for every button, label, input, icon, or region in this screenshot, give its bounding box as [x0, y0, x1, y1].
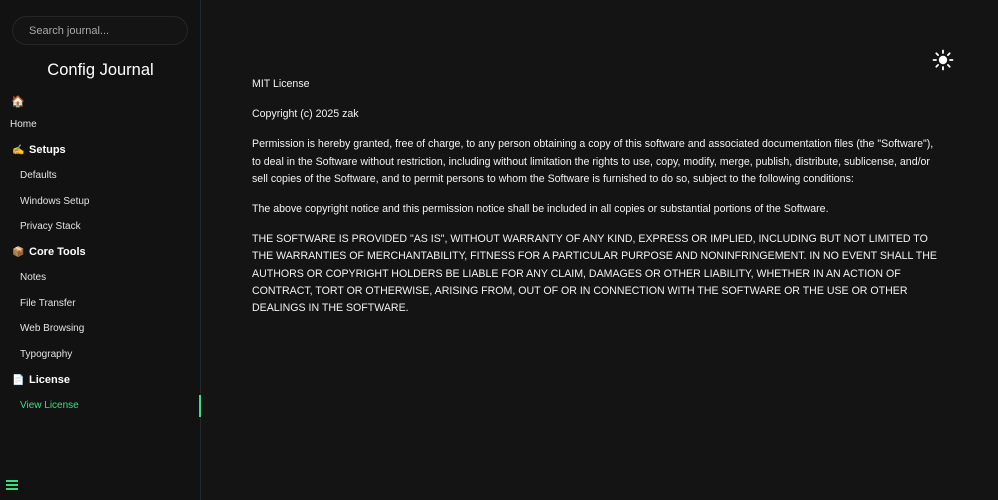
sidebar-item-web-browsing[interactable]: Web Browsing — [20, 323, 84, 334]
sidebar-item-view-license[interactable]: View License — [20, 400, 79, 411]
sun-icon — [932, 49, 954, 71]
license-title: MIT License — [252, 78, 310, 90]
permission-paragraph: Permission is hereby granted, free of ch… — [252, 138, 934, 185]
warranty-paragraph: THE SOFTWARE IS PROVIDED "AS IS", WITHOU… — [252, 233, 937, 315]
section-license: 📄 License — [12, 374, 70, 386]
sidebar-item-home[interactable]: Home — [10, 119, 37, 130]
sidebar-item-windows-setup[interactable]: Windows Setup — [20, 196, 89, 207]
copyright-line: Copyright (c) 2025 zak — [252, 108, 359, 121]
section-setups: ✍️ Setups — [12, 144, 66, 156]
theme-toggle-button[interactable] — [930, 47, 956, 73]
home-icon[interactable]: 🏠 — [11, 96, 25, 108]
sidebar-item-defaults[interactable]: Defaults — [20, 170, 57, 181]
search-box — [12, 16, 188, 45]
sidebar-item-privacy-stack[interactable]: Privacy Stack — [20, 221, 81, 232]
site-title[interactable]: Config Journal — [0, 61, 201, 80]
active-indicator — [199, 395, 201, 417]
section-label: License — [29, 374, 70, 386]
package-icon: 📦 — [12, 246, 25, 258]
section-label: Setups — [29, 144, 66, 156]
sidebar: Config Journal 🏠 Home ✍️ Setups Defaults… — [0, 0, 201, 500]
section-core-tools: 📦 Core Tools — [12, 246, 86, 258]
sidebar-item-notes[interactable]: Notes — [20, 272, 46, 283]
sidebar-item-file-transfer[interactable]: File Transfer — [20, 298, 76, 309]
hamburger-icon[interactable] — [6, 480, 18, 491]
license-content: MIT License Copyright (c) 2025 zak Permi… — [252, 76, 942, 330]
page-icon: 📄 — [12, 374, 25, 386]
writing-hand-icon: ✍️ — [12, 144, 25, 156]
notice-paragraph: The above copyright notice and this perm… — [252, 203, 829, 216]
search-input[interactable] — [29, 23, 179, 39]
section-label: Core Tools — [29, 246, 86, 258]
sidebar-item-typography[interactable]: Typography — [20, 349, 72, 360]
